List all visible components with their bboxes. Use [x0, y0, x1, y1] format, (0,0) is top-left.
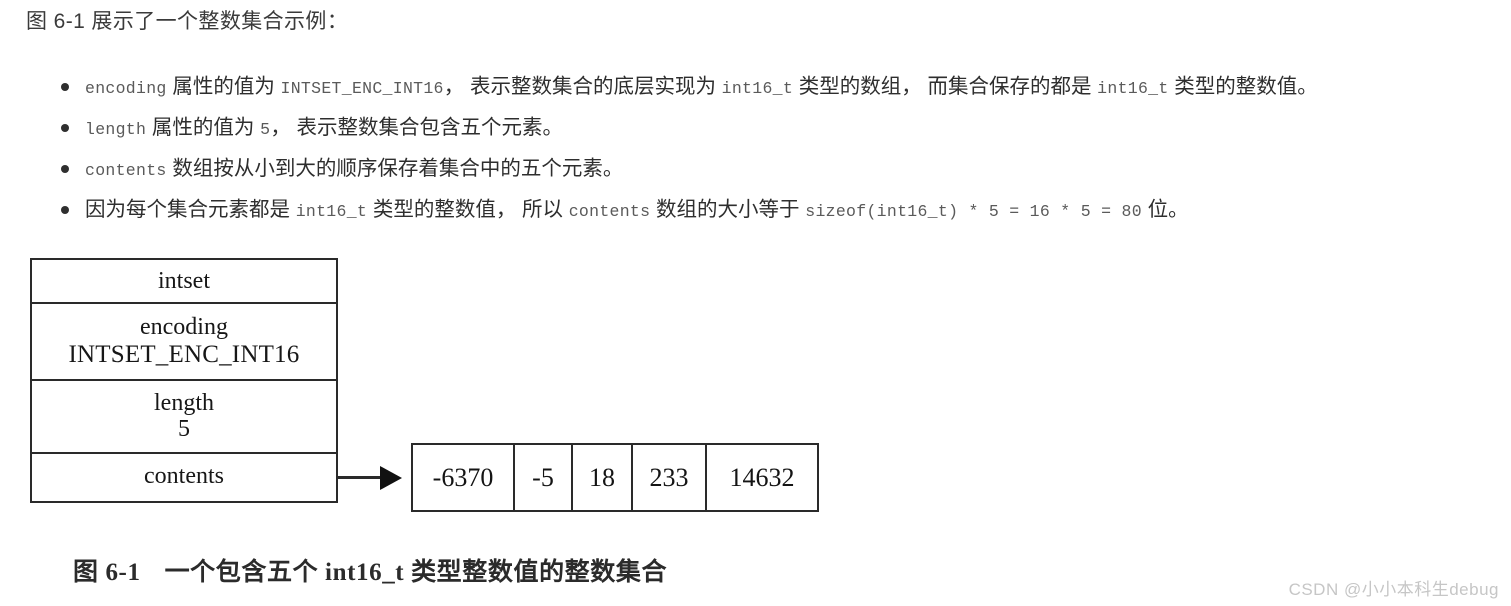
bullet-encoding-part-0: encoding	[85, 79, 167, 98]
intro-text: 图 6-1 展示了一个整数集合示例：	[26, 10, 349, 33]
intset-struct-box: intset encoding INTSET_ENC_INT16 length …	[30, 258, 338, 503]
figure-caption-text: 一个包含五个 int16_t 类型整数值的整数集合	[164, 559, 668, 586]
bullet-dot-icon	[61, 165, 69, 173]
bullet-size-part-0: 因为每个集合元素都是	[85, 198, 296, 221]
bullet-size-part-4: 数组的大小等于	[650, 198, 806, 221]
bullet-encoding-part-7: 类型的整数值。	[1168, 75, 1318, 98]
bullet-size-part-6: 位。	[1141, 198, 1189, 221]
bullet-contents: contents 数组按从小到大的顺序保存着集合中的五个元素。	[55, 148, 1505, 189]
bullet-length-part-0: length	[85, 120, 147, 139]
bullet-size-text: 因为每个集合元素都是 int16_t 类型的整数值， 所以 contents 数…	[55, 189, 1505, 232]
struct-row-encoding: encoding INTSET_ENC_INT16	[32, 304, 336, 381]
bullet-length-part-1: 属性的值为	[146, 116, 261, 139]
struct-row-contents: contents	[32, 454, 336, 498]
bullet-length-part-2: 5	[260, 120, 271, 139]
bullet-contents-text: contents 数组按从小到大的顺序保存着集合中的五个元素。	[55, 148, 1505, 191]
bullet-length-text: length 属性的值为 5， 表示整数集合包含五个元素。	[55, 107, 1505, 150]
bullet-encoding-text: encoding 属性的值为 INTSET_ENC_INT16， 表示整数集合的…	[55, 66, 1505, 109]
contents-array-box: -6370 -5 18 233 14632	[411, 443, 819, 512]
array-cell-3: 233	[633, 445, 707, 510]
array-cell-4: 14632	[729, 462, 795, 492]
bullet-encoding-part-4: int16_t	[721, 79, 794, 98]
bullet-encoding-part-6: int16_t	[1097, 79, 1169, 98]
bullet-size-part-3: contents	[568, 202, 651, 221]
bullet-list: encoding 属性的值为 INTSET_ENC_INT16， 表示整数集合的…	[55, 66, 1505, 230]
array-cell-0: -6370	[413, 445, 515, 510]
bullet-size-part-5: sizeof(int16_t) * 5 = 16 * 5 = 80	[805, 202, 1142, 221]
bullet-size-part-2: 类型的整数值， 所以	[367, 198, 569, 221]
bullet-dot-icon	[61, 83, 69, 91]
array-cell-1: -5	[515, 445, 573, 510]
struct-title-label: intset	[158, 267, 210, 294]
array-cell-2: 18	[573, 445, 633, 510]
struct-encoding-name: encoding	[140, 314, 228, 341]
pointer-line	[338, 476, 396, 479]
figure-caption-label: 图 6-1	[73, 559, 141, 586]
bullet-size: 因为每个集合元素都是 int16_t 类型的整数值， 所以 contents 数…	[55, 189, 1505, 230]
bullet-encoding-part-5: 类型的数组， 而集合保存的都是	[793, 75, 1098, 98]
struct-length-value: 5	[178, 415, 190, 442]
struct-contents-name: contents	[144, 462, 224, 489]
figure-caption: 图 6-1 一个包含五个 int16_t 类型整数值的整数集合	[73, 552, 667, 588]
struct-row-length: length 5	[32, 381, 336, 454]
bullet-encoding-part-3: ， 表示整数集合的底层实现为	[443, 75, 722, 98]
bullet-encoding-part-1: 属性的值为	[166, 75, 281, 98]
bullet-dot-icon	[61, 206, 69, 214]
bullet-length: length 属性的值为 5， 表示整数集合包含五个元素。	[55, 107, 1505, 148]
struct-encoding-value: INTSET_ENC_INT16	[68, 340, 300, 368]
struct-row-title: intset	[32, 260, 336, 304]
bullet-size-part-1: int16_t	[295, 202, 368, 221]
bullet-dot-icon	[61, 124, 69, 132]
arrow-right-icon	[380, 466, 402, 490]
bullet-encoding-part-2: INTSET_ENC_INT16	[280, 79, 444, 98]
bullet-encoding: encoding 属性的值为 INTSET_ENC_INT16， 表示整数集合的…	[55, 66, 1505, 107]
bullet-contents-part-1: 数组按从小到大的顺序保存着集合中的五个元素。	[166, 157, 624, 180]
bullet-contents-part-0: contents	[85, 161, 167, 180]
bullet-length-part-3: ， 表示整数集合包含五个元素。	[270, 116, 564, 139]
watermark: CSDN @小小本科生debug	[1288, 580, 1499, 599]
struct-length-name: length	[154, 389, 214, 416]
